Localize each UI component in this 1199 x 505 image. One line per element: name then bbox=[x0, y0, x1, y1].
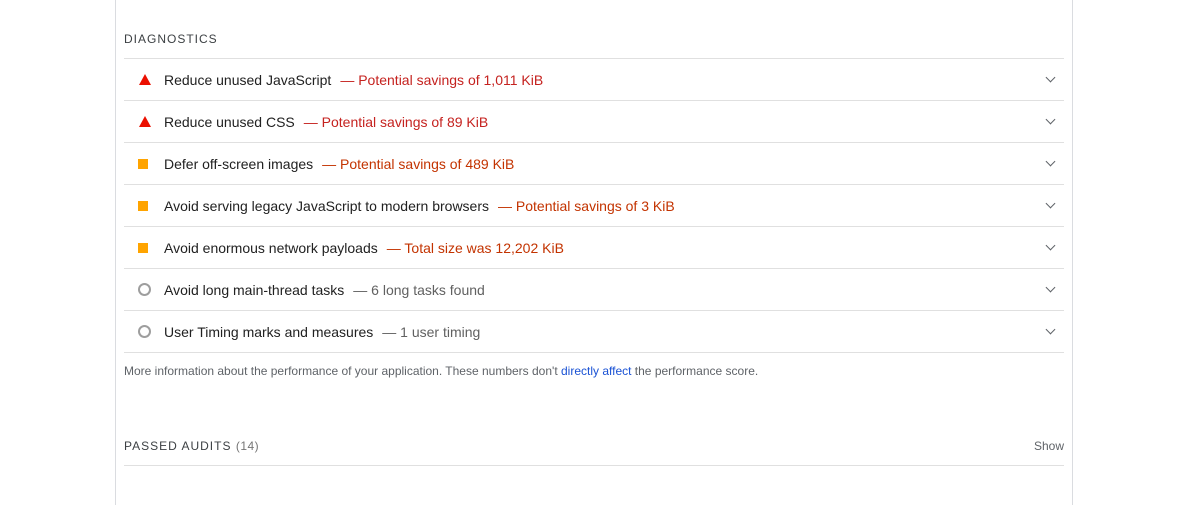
audit-title: Avoid serving legacy JavaScript to moder… bbox=[164, 197, 490, 214]
chevron-down-icon[interactable] bbox=[1045, 198, 1056, 209]
audit-display-value: — Potential savings of 89 KiB bbox=[303, 113, 489, 130]
show-passed-audits-button[interactable]: Show bbox=[1034, 439, 1064, 453]
note-text-before: More information about the performance o… bbox=[124, 364, 561, 378]
audit-title: Reduce unused JavaScript bbox=[164, 71, 332, 88]
report-panel: DIAGNOSTICS Reduce unused JavaScript — P… bbox=[115, 0, 1073, 505]
audit-display-value: — Potential savings of 1,011 KiB bbox=[340, 71, 544, 88]
audit-row[interactable]: Reduce unused CSS — Potential savings of… bbox=[124, 101, 1064, 143]
audit-row[interactable]: Avoid long main-thread tasks — 6 long ta… bbox=[124, 269, 1064, 311]
fail-triangle-icon bbox=[124, 116, 164, 127]
audit-display-value: — 6 long tasks found bbox=[353, 281, 485, 298]
audit-row[interactable]: User Timing marks and measures — 1 user … bbox=[124, 311, 1064, 353]
diagnostics-note: More information about the performance o… bbox=[124, 364, 758, 378]
audit-display-value: — Potential savings of 489 KiB bbox=[322, 155, 515, 172]
diagnostics-heading: DIAGNOSTICS bbox=[124, 32, 218, 46]
audit-display-value: — 1 user timing bbox=[382, 323, 481, 340]
average-square-icon bbox=[124, 158, 164, 169]
audit-title: User Timing marks and measures bbox=[164, 323, 374, 340]
audit-row[interactable]: Avoid enormous network payloads — Total … bbox=[124, 227, 1064, 269]
audit-row[interactable]: Defer off-screen images — Potential savi… bbox=[124, 143, 1064, 185]
audit-row[interactable]: Avoid serving legacy JavaScript to moder… bbox=[124, 185, 1064, 227]
average-square-icon bbox=[124, 200, 164, 211]
chevron-down-icon[interactable] bbox=[1045, 72, 1056, 83]
chevron-down-icon[interactable] bbox=[1045, 156, 1056, 167]
note-text-after: the performance score. bbox=[631, 364, 759, 378]
passed-audits-header[interactable]: PASSED AUDITS (14) Show bbox=[124, 438, 1064, 466]
fail-triangle-icon bbox=[124, 74, 164, 85]
audit-title: Reduce unused CSS bbox=[164, 113, 295, 130]
directly-affect-link[interactable]: directly affect bbox=[561, 364, 631, 378]
chevron-down-icon[interactable] bbox=[1045, 324, 1056, 335]
chevron-down-icon[interactable] bbox=[1045, 114, 1056, 125]
average-square-icon bbox=[124, 242, 164, 253]
audit-display-value: — Total size was 12,202 KiB bbox=[386, 239, 564, 256]
audit-title: Defer off-screen images bbox=[164, 155, 314, 172]
chevron-down-icon[interactable] bbox=[1045, 240, 1056, 251]
audit-title: Avoid enormous network payloads bbox=[164, 239, 378, 256]
audit-row[interactable]: Reduce unused JavaScript — Potential sav… bbox=[124, 59, 1064, 101]
passed-audits-label: PASSED AUDITS (14) bbox=[124, 439, 259, 453]
diagnostics-audit-list: Reduce unused JavaScript — Potential sav… bbox=[124, 58, 1064, 353]
passed-audits-count: (14) bbox=[235, 439, 260, 453]
passed-audits-title: PASSED AUDITS bbox=[124, 439, 232, 453]
chevron-down-icon[interactable] bbox=[1045, 282, 1056, 293]
audit-title: Avoid long main-thread tasks bbox=[164, 281, 345, 298]
info-circle-icon bbox=[124, 325, 164, 338]
info-circle-icon bbox=[124, 283, 164, 296]
audit-display-value: — Potential savings of 3 KiB bbox=[498, 197, 675, 214]
